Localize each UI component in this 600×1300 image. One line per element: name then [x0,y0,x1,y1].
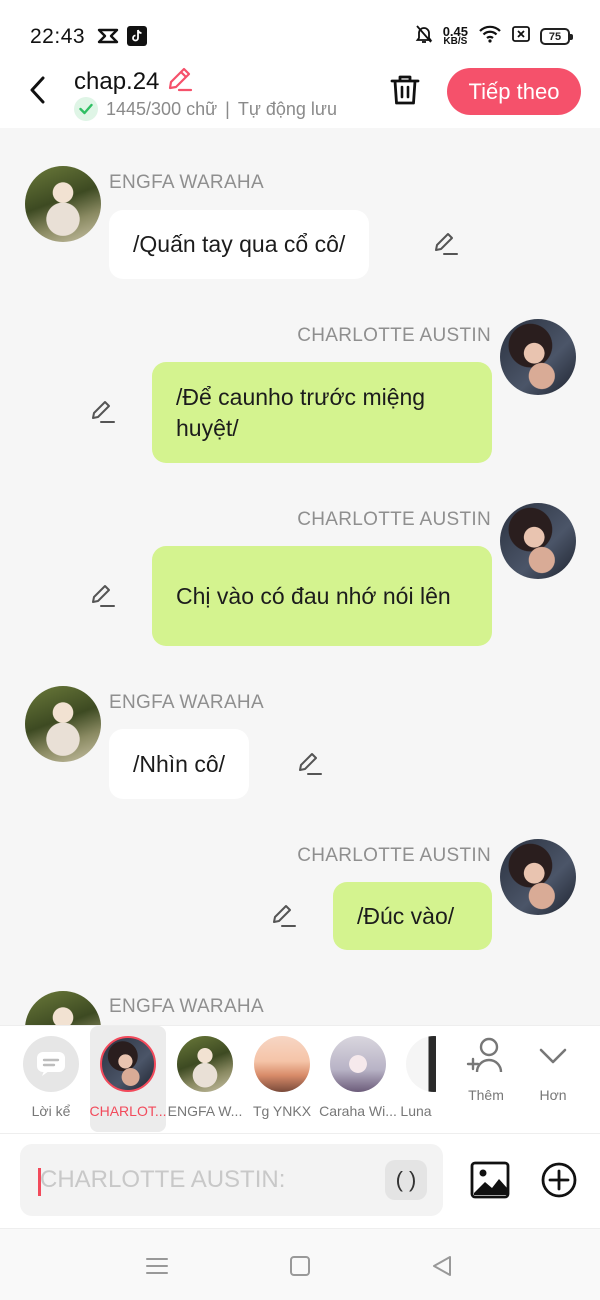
add-more-button[interactable] [540,1161,578,1199]
delete-button[interactable] [387,72,423,108]
avatar[interactable] [500,503,576,579]
message-bubble[interactable]: /Nhìn cô/ [109,729,250,799]
add-character-label: Thêm [468,1087,504,1103]
next-button[interactable]: Tiếp theo [447,68,581,115]
avatar[interactable] [25,686,101,762]
back-nav-button[interactable] [427,1251,457,1281]
message-bubble[interactable]: /Để caunho trước miệng huyệt/ [152,362,492,463]
character-name: CHARLOT... [89,1103,167,1119]
avatar[interactable] [25,991,101,1025]
edit-icon[interactable] [89,398,117,426]
message-input[interactable]: CHARLOTTE AUSTIN: ( ) [20,1144,443,1216]
chapter-title[interactable]: chap.24 [74,68,159,96]
home-button[interactable] [285,1251,315,1281]
status-time: 22:43 [30,25,86,48]
character-name: Tg YNKX [252,1103,312,1119]
chat-area[interactable]: ENGFA WARAHA /Quấn tay qua cổ cô/ CHARLO… [0,128,600,1025]
parentheses-button[interactable]: ( ) [385,1160,427,1200]
capcut-icon [97,26,119,51]
edit-icon[interactable] [89,582,117,610]
character-avatar [254,1036,310,1092]
avatar[interactable] [500,319,576,395]
sender-name: ENGFA WARAHA [109,692,264,713]
battery-icon: 75 [540,28,573,45]
chapter-status-row: 1445/300 chữ | Tự động lưu [74,97,337,121]
tiktok-icon [127,26,147,51]
sender-name: ENGFA WARAHA [109,172,264,193]
message-bubble[interactable]: /Quấn tay qua cổ cô/ [109,210,370,279]
status-left-icons [97,26,147,51]
chapter-title-row[interactable]: chap.24 [74,65,193,98]
recents-button[interactable] [142,1251,172,1281]
avatar[interactable] [500,839,576,915]
more-characters-button[interactable]: Hơn [521,1036,585,1103]
message-row: CHARLOTTE AUSTIN /Để caunho trước miệng … [0,308,600,468]
plus-circle-icon [541,1162,577,1198]
message-bubble[interactable]: /Đúc vào/ [333,882,492,950]
character-tg[interactable]: Tg YNKX [244,1026,320,1132]
autosave-status: Tự động lưu [237,98,337,119]
triangle-back-icon [433,1256,451,1276]
message-row: CHARLOTTE AUSTIN /Đúc vào/ [0,828,600,958]
home-square-icon [290,1256,310,1276]
character-caraha[interactable]: Caraha Wi... [319,1026,397,1132]
character-name: Caraha Wi... [319,1103,397,1119]
sender-name: CHARLOTTE AUSTIN [297,325,491,346]
character-avatar [177,1036,233,1092]
character-avatar [330,1036,386,1092]
status-bar: 22:43 0.45 KB/S 75 [0,0,600,62]
character-avatar [406,1036,436,1092]
edit-icon[interactable] [432,230,460,258]
more-characters-label: Hơn [539,1087,567,1103]
avatar[interactable] [25,166,101,242]
input-placeholder: CHARLOTTE AUSTIN: [40,1166,286,1193]
chevron-left-icon [30,76,45,104]
word-count: 1445/300 chữ [106,98,218,119]
character-name: Luna [400,1103,432,1119]
message-bubble[interactable]: Chị vào có đau nhớ nói lên [152,546,492,646]
editor-header: chap.24 1445/300 chữ | Tự động lưu Tiếp … [0,62,600,128]
edit-icon[interactable] [296,750,324,778]
chat-bubble-icon [37,1052,65,1076]
character-name: Lời kể [31,1103,71,1119]
character-luna[interactable]: Luna [396,1026,436,1132]
sim-icon [512,26,530,47]
wifi-icon [478,25,502,48]
status-right-icons: 0.45 KB/S 75 [415,23,573,49]
message-row: ENGFA WARAHA /Nhìn cô/ [0,648,600,808]
insert-image-button[interactable] [470,1161,510,1199]
system-nav-bar [0,1228,600,1300]
character-charlotte[interactable]: CHARLOT... [89,1026,167,1132]
check-icon [74,97,98,121]
message-row: CHARLOTTE AUSTIN Chị vào có đau nhớ nói … [0,492,600,652]
add-character-button[interactable]: Thêm [454,1036,518,1103]
mute-bell-icon [415,24,433,49]
separator: | [225,98,230,119]
narrator-avatar [23,1036,79,1092]
sender-name: CHARLOTTE AUSTIN [297,845,491,866]
character-avatar [100,1036,156,1092]
network-speed: 0.45 KB/S [442,23,468,47]
back-button[interactable] [22,72,52,108]
add-person-icon [466,1037,503,1073]
character-engfa[interactable]: ENGFA W... [167,1026,243,1132]
sender-name: ENGFA WARAHA [109,996,264,1017]
message-row: ENGFA WARAHA [0,988,600,1025]
edit-icon[interactable] [270,902,298,930]
input-row: CHARLOTTE AUSTIN: ( ) [0,1133,600,1228]
character-bar: Lời kể CHARLOT... ENGFA W... Tg YNKX Car… [0,1025,600,1133]
trash-icon [390,75,420,105]
sender-name: CHARLOTTE AUSTIN [297,509,491,530]
character-narrator[interactable]: Lời kể [13,1026,89,1132]
message-row: ENGFA WARAHA /Quấn tay qua cổ cô/ [0,128,600,288]
character-name: ENGFA W... [167,1103,243,1119]
pencil-icon[interactable] [165,65,193,98]
chevron-down-icon [539,1048,567,1064]
menu-icon [146,1258,168,1274]
image-icon [470,1161,510,1199]
